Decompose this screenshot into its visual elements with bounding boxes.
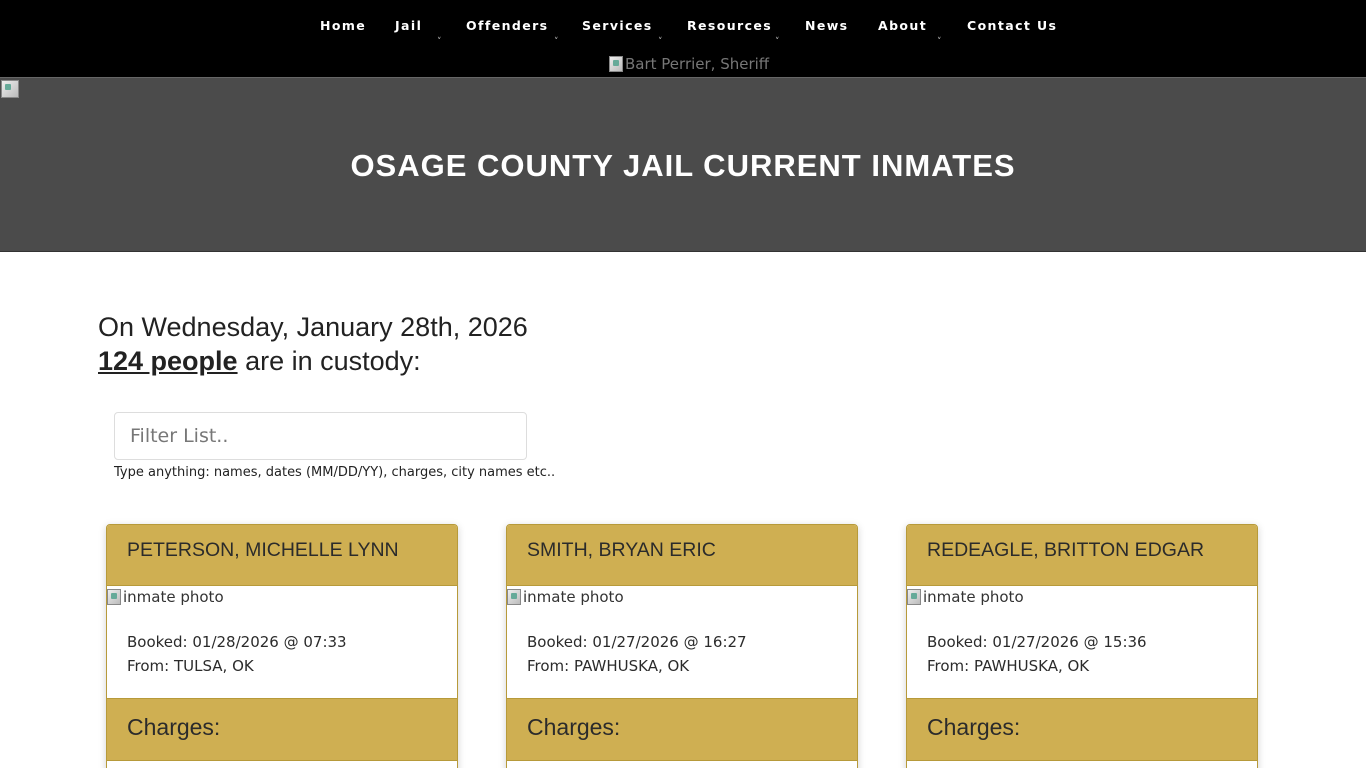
inmate-name[interactable]: REDEAGLE, BRITTON EDGAR [927, 539, 1204, 562]
booked-date: Booked: 01/28/2026 @ 07:33 [127, 633, 347, 651]
hero-banner: OSAGE COUNTY JAIL CURRENT INMATES [0, 77, 1366, 252]
nav-item-about[interactable]: About [878, 18, 927, 36]
inmate-photo: inmate photo [907, 588, 1024, 606]
nav-item-news[interactable]: News [805, 18, 849, 36]
inmate-name[interactable]: SMITH, BRYAN ERIC [527, 539, 716, 562]
charges-label: Charges: [527, 714, 621, 740]
main-nav: Home Jail ˅ Offenders ˅ Services ˅ Resou… [0, 18, 1366, 47]
page-title: OSAGE COUNTY JAIL CURRENT INMATES [350, 148, 1016, 183]
inmate-photo-alt-text: inmate photo [123, 588, 224, 606]
inmate-card-header: SMITH, BRYAN ERIC [507, 525, 857, 586]
charges-label: Charges: [927, 714, 1021, 740]
broken-image-icon [107, 589, 121, 605]
custody-count-suffix: are in custody: [237, 346, 421, 376]
inmate-card[interactable]: REDEAGLE, BRITTON EDGAR inmate photo Boo… [906, 524, 1258, 768]
broken-image-icon [907, 589, 921, 605]
inmate-photo: inmate photo [507, 588, 624, 606]
inmate-card-header: REDEAGLE, BRITTON EDGAR [907, 525, 1257, 586]
nav-item-offenders[interactable]: Offenders [466, 18, 549, 36]
filter-help-text: Type anything: names, dates (MM/DD/YY), … [114, 465, 556, 480]
nav-item-contact-us[interactable]: Contact Us [967, 18, 1057, 36]
inmate-card[interactable]: SMITH, BRYAN ERIC inmate photo Booked: 0… [506, 524, 858, 768]
nav-item-resources[interactable]: Resources [687, 18, 772, 36]
nav-item-services[interactable]: Services [582, 18, 653, 36]
custody-count-link[interactable]: 124 people [98, 346, 238, 376]
inmate-photo-alt-text: inmate photo [923, 588, 1024, 606]
charges-header: Charges: [907, 698, 1257, 761]
sheriff-logo-link[interactable]: Bart Perrier, Sheriff [609, 53, 769, 75]
booked-date: Booked: 01/27/2026 @ 15:36 [927, 633, 1147, 651]
charges-label: Charges: [127, 714, 221, 740]
inmate-name[interactable]: PETERSON, MICHELLE LYNN [127, 539, 399, 562]
broken-image-icon [507, 589, 521, 605]
chevron-down-icon[interactable]: ˅ [437, 37, 442, 47]
inmate-origin: From: PAWHUSKA, OK [527, 657, 690, 675]
top-navigation-bar: Home Jail ˅ Offenders ˅ Services ˅ Resou… [0, 0, 1366, 77]
inmate-card[interactable]: PETERSON, MICHELLE LYNN inmate photo Boo… [106, 524, 458, 768]
inmate-origin: From: PAWHUSKA, OK [927, 657, 1090, 675]
chevron-down-icon[interactable]: ˅ [775, 37, 780, 47]
custody-count-line: 124 people are in custody: [98, 346, 421, 377]
filter-input[interactable] [114, 412, 527, 460]
chevron-down-icon[interactable]: ˅ [554, 37, 559, 47]
inmate-origin: From: TULSA, OK [127, 657, 254, 675]
custody-date: On Wednesday, January 28th, 2026 [98, 312, 528, 342]
inmate-photo: inmate photo [107, 588, 224, 606]
nav-item-jail[interactable]: Jail [395, 18, 422, 36]
inmate-photo-alt-text: inmate photo [523, 588, 624, 606]
broken-image-icon [609, 56, 623, 72]
chevron-down-icon[interactable]: ˅ [937, 37, 942, 47]
charges-header: Charges: [107, 698, 457, 761]
booked-date: Booked: 01/27/2026 @ 16:27 [527, 633, 747, 651]
inmate-card-header: PETERSON, MICHELLE LYNN [107, 525, 457, 586]
sheriff-image-alt-text: Bart Perrier, Sheriff [625, 55, 770, 73]
nav-item-home[interactable]: Home [320, 18, 366, 36]
charges-header: Charges: [507, 698, 857, 761]
chevron-down-icon[interactable]: ˅ [658, 37, 663, 47]
broken-image-icon [1, 80, 19, 98]
